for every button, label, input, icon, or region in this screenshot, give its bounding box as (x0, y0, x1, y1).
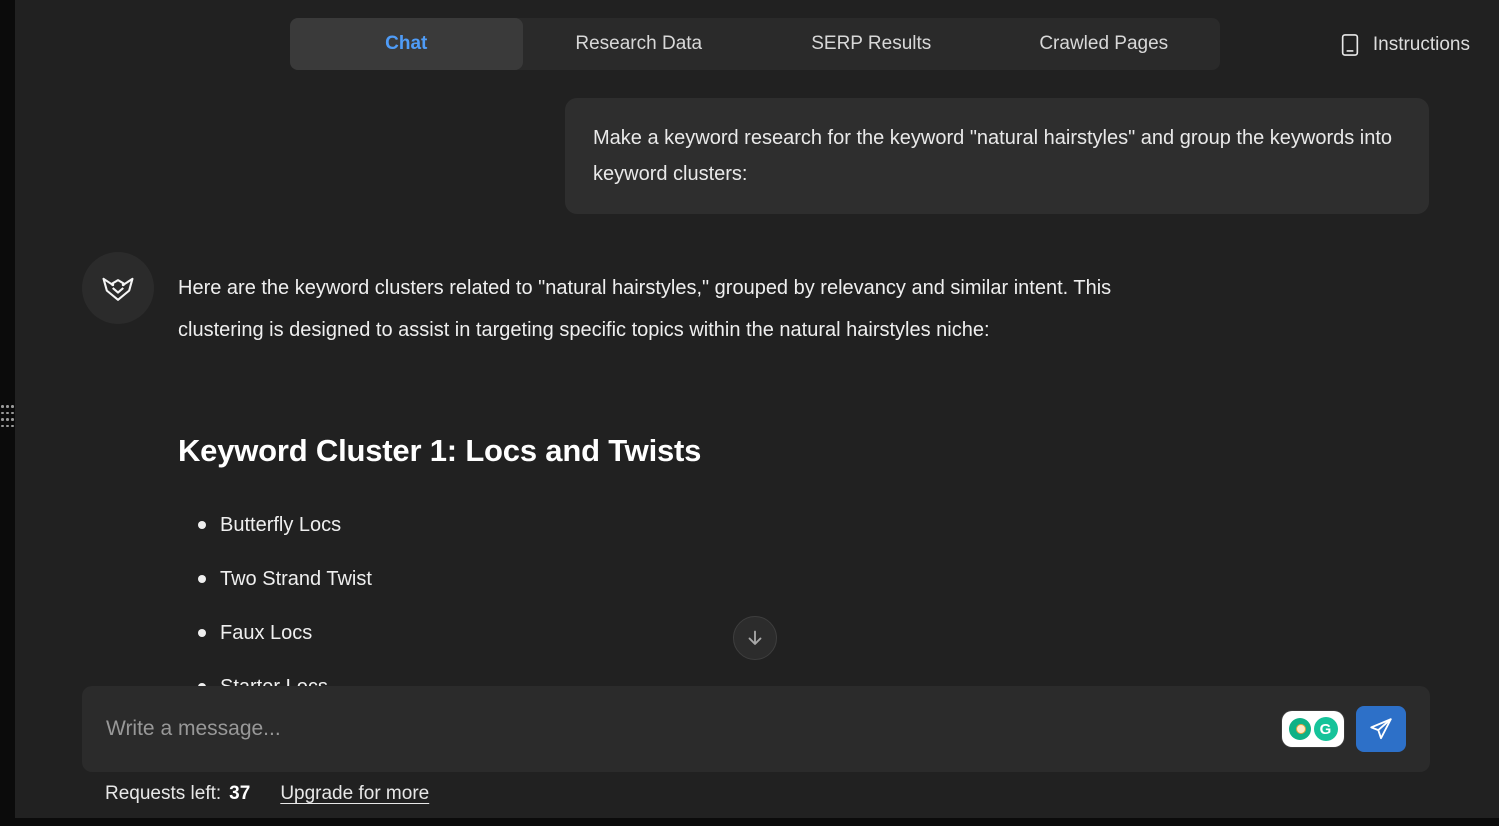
owl-logo-icon (97, 267, 139, 309)
tab-crawled-pages[interactable]: Crawled Pages (988, 18, 1221, 70)
list-item: Two Strand Twist (196, 566, 372, 593)
tab-serp-results[interactable]: SERP Results (755, 18, 988, 70)
paper-plane-icon (1368, 716, 1394, 742)
instructions-button[interactable]: Instructions (1339, 30, 1470, 60)
message-composer: G (82, 686, 1430, 772)
user-message-text: Make a keyword research for the keyword … (593, 127, 1392, 185)
tab-crawled-pages-label: Crawled Pages (1039, 33, 1168, 55)
panel-drag-handle[interactable] (1, 405, 14, 427)
list-item: Butterfly Locs (196, 512, 372, 539)
app-root: { "header": { "tabs": [ { "label": "Chat… (0, 0, 1499, 826)
cluster-heading: Keyword Cluster 1: Locs and Twists (178, 433, 701, 469)
scroll-to-bottom-button[interactable] (733, 616, 777, 660)
instructions-icon (1339, 32, 1361, 58)
footer-status: Requests left: 37 Upgrade for more (105, 783, 429, 805)
requests-left-label: Requests left: (105, 783, 221, 805)
bottom-edge-strip (0, 818, 1499, 826)
tab-chat[interactable]: Chat (290, 18, 523, 70)
message-input[interactable] (106, 717, 1282, 741)
list-item: Faux Locs (196, 620, 372, 647)
upgrade-link[interactable]: Upgrade for more (280, 783, 429, 805)
tab-research-data-label: Research Data (575, 33, 702, 55)
arrow-down-icon (744, 627, 766, 649)
assistant-avatar (82, 252, 154, 324)
tab-chat-label: Chat (385, 33, 427, 55)
tab-serp-results-label: SERP Results (811, 33, 931, 55)
requests-left-value: 37 (229, 783, 250, 805)
grammarly-icon: G (1314, 717, 1338, 741)
instructions-label: Instructions (1373, 34, 1470, 56)
tab-research-data[interactable]: Research Data (523, 18, 756, 70)
send-button[interactable] (1356, 706, 1406, 752)
user-message: Make a keyword research for the keyword … (565, 98, 1429, 214)
assistant-message-intro: Here are the keyword clusters related to… (178, 267, 1183, 351)
grammarly-extension-button[interactable]: G (1282, 711, 1344, 747)
tone-detector-icon (1289, 718, 1311, 740)
tab-bar: Chat Research Data SERP Results Crawled … (290, 18, 1220, 70)
